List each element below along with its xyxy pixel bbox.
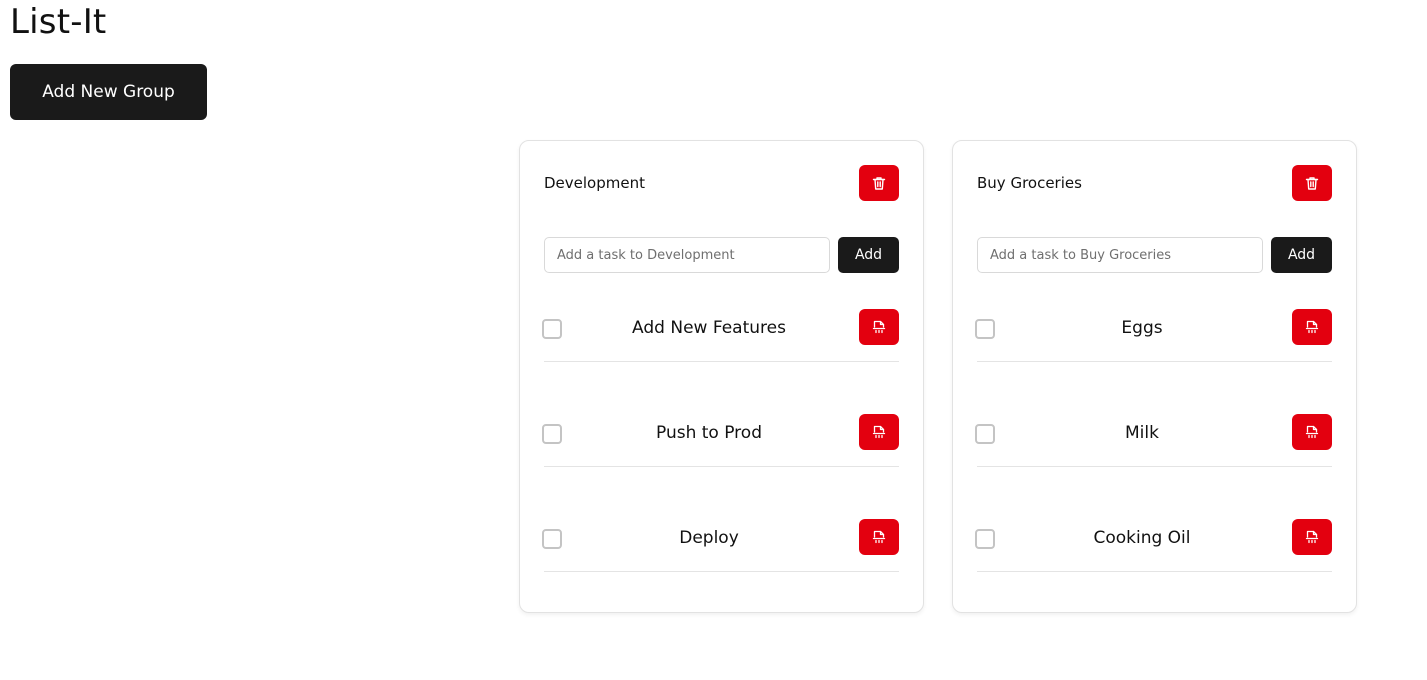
task-row: Cooking Oil — [975, 519, 1332, 572]
task-checkbox[interactable] — [975, 424, 995, 444]
task-row: Eggs — [975, 309, 1332, 362]
delete-task-button[interactable] — [1292, 309, 1332, 345]
file-delete-icon — [872, 425, 886, 439]
file-delete-icon — [1305, 320, 1319, 334]
task-label: Add New Features — [632, 318, 786, 338]
task-checkbox[interactable] — [975, 319, 995, 339]
file-delete-icon — [872, 320, 886, 334]
task-row: Deploy — [542, 519, 899, 572]
app-title: List-It — [10, 2, 107, 42]
delete-task-button[interactable] — [1292, 519, 1332, 555]
task-label: Cooking Oil — [1093, 528, 1191, 548]
task-label: Eggs — [1121, 318, 1163, 338]
group-title: Development — [544, 174, 645, 192]
trash-icon — [872, 176, 886, 191]
task-checkbox[interactable] — [975, 529, 995, 549]
file-delete-icon — [872, 530, 886, 544]
file-delete-icon — [1305, 425, 1319, 439]
delete-group-button[interactable] — [859, 165, 899, 201]
add-task-input[interactable] — [977, 237, 1263, 273]
task-checkbox[interactable] — [542, 424, 562, 444]
task-row: Add New Features — [542, 309, 899, 362]
task-label: Deploy — [679, 528, 739, 548]
trash-icon — [1305, 176, 1319, 191]
task-label: Milk — [1125, 423, 1159, 443]
file-delete-icon — [1305, 530, 1319, 544]
delete-task-button[interactable] — [859, 309, 899, 345]
add-task-button[interactable]: Add — [838, 237, 899, 273]
add-new-group-button[interactable]: Add New Group — [10, 64, 207, 120]
delete-group-button[interactable] — [1292, 165, 1332, 201]
delete-task-button[interactable] — [859, 519, 899, 555]
task-label: Push to Prod — [656, 423, 762, 443]
task-checkbox[interactable] — [542, 319, 562, 339]
group-title: Buy Groceries — [977, 174, 1082, 192]
task-checkbox[interactable] — [542, 529, 562, 549]
task-row: Milk — [975, 414, 1332, 467]
add-task-input[interactable] — [544, 237, 830, 273]
task-row: Push to Prod — [542, 414, 899, 467]
group-card-development: Development Add Add New Features Push to… — [519, 140, 924, 613]
add-task-button[interactable]: Add — [1271, 237, 1332, 273]
delete-task-button[interactable] — [859, 414, 899, 450]
group-card-buy-groceries: Buy Groceries Add Eggs Milk Cooking Oil — [952, 140, 1357, 613]
delete-task-button[interactable] — [1292, 414, 1332, 450]
